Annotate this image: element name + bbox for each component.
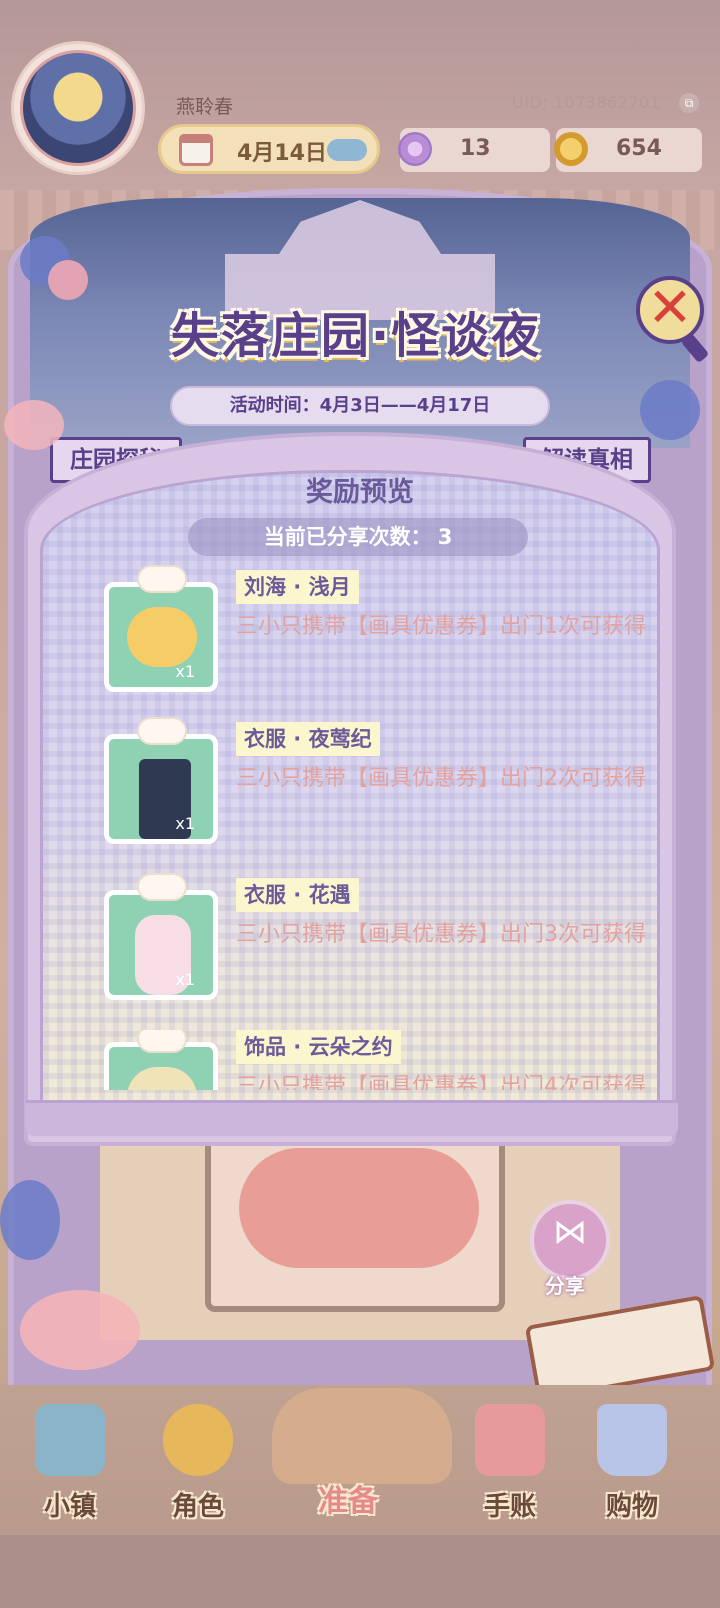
share-icon: ⋈ xyxy=(553,1212,587,1252)
nav-journal[interactable]: 手账 xyxy=(462,1398,558,1528)
nav-journal-label: 手账 xyxy=(483,1492,536,1522)
username: 燕聆春 xyxy=(176,96,234,118)
share-button[interactable]: ⋈ xyxy=(530,1200,610,1280)
cloud-icon xyxy=(327,139,367,161)
date-text: 4月14日 xyxy=(237,141,327,166)
copy-icon[interactable]: ⧉ xyxy=(679,93,699,113)
nav-role[interactable]: 角色 xyxy=(150,1398,246,1528)
flower-decoration xyxy=(4,400,64,450)
reward-item[interactable]: x1 衣服 · 夜莺纪 三小只携带【画具优惠券】出门2次可获得 xyxy=(104,717,664,852)
flower-decoration xyxy=(640,380,700,440)
journal-icon xyxy=(475,1404,545,1476)
reward-desc: 三小只携带【画具优惠券】出门3次可获得 xyxy=(236,922,646,947)
reward-desc: 三小只携带【画具优惠券】出门2次可获得 xyxy=(236,766,646,791)
share-count-bar: 当前已分享次数： 3 xyxy=(188,518,528,556)
reward-name: 衣服 · 夜莺纪 xyxy=(236,722,380,756)
nav-town-label: 小镇 xyxy=(43,1492,96,1522)
modal-base xyxy=(26,1100,678,1136)
gem-icon xyxy=(398,132,432,166)
flower-decoration xyxy=(20,1290,140,1370)
close-button[interactable]: ✕ xyxy=(636,276,710,364)
nav-prepare[interactable]: 准备 xyxy=(300,1398,396,1528)
reward-item[interactable]: x1 刘海 · 浅月 三小只携带【画具优惠券】出门1次可获得 xyxy=(104,565,664,700)
reward-item[interactable]: x1 饰品 · 云朵之约 三小只携带【画具优惠券】出门4次可获得 xyxy=(104,1030,664,1090)
flower-decoration xyxy=(0,1180,60,1260)
calendar-icon xyxy=(179,134,213,166)
character-card xyxy=(205,1132,505,1312)
share-count-value: 3 xyxy=(437,525,453,549)
modal-title: 奖励预览 xyxy=(306,477,414,508)
event-title: 失落庄园·怪谈夜 xyxy=(170,308,542,364)
coin-counter[interactable]: 654 xyxy=(554,128,702,172)
character-icon xyxy=(163,1404,233,1476)
reward-desc: 三小只携带【画具优惠券】出门4次可获得 xyxy=(236,1074,646,1090)
gift-box-icon: x1 xyxy=(104,873,218,1000)
basket-icon xyxy=(313,1404,383,1476)
bangs-item-icon xyxy=(127,607,197,667)
map-icon xyxy=(35,1404,105,1476)
uid-text: UID: 1073862701 xyxy=(512,93,661,112)
share-label: 分享 xyxy=(545,1274,585,1298)
gift-box-icon: x1 xyxy=(104,565,218,692)
reward-name: 刘海 · 浅月 xyxy=(236,570,359,604)
reward-qty: x1 xyxy=(175,814,195,833)
accessory-item-icon xyxy=(127,1067,197,1090)
close-x-icon: ✕ xyxy=(647,276,693,339)
reward-qty: x1 xyxy=(175,662,195,681)
gem-counter[interactable]: 13 xyxy=(398,128,550,172)
gift-box-icon: x1 xyxy=(104,1030,218,1090)
event-time: 活动时间：4月3日——4月17日 xyxy=(170,386,550,426)
nav-role-label: 角色 xyxy=(171,1492,224,1522)
reward-name: 衣服 · 花遇 xyxy=(236,878,359,912)
share-count-label: 当前已分享次数： xyxy=(263,525,432,549)
nav-shop[interactable]: 购物 xyxy=(584,1398,680,1528)
nav-prepare-label: 准备 xyxy=(318,1484,378,1519)
flower-decoration xyxy=(48,260,88,300)
shopping-bag-icon xyxy=(597,1404,667,1476)
nav-town[interactable]: 小镇 xyxy=(22,1398,118,1528)
date-display[interactable]: 4月14日 xyxy=(158,124,380,174)
coin-value: 654 xyxy=(616,136,662,161)
player-avatar[interactable] xyxy=(14,44,142,172)
gem-value: 13 xyxy=(460,136,491,161)
coin-icon xyxy=(554,132,588,166)
reward-name: 饰品 · 云朵之约 xyxy=(236,1030,401,1064)
nav-shop-label: 购物 xyxy=(605,1492,658,1522)
bottom-strip xyxy=(0,1535,720,1608)
reward-item[interactable]: x1 衣服 · 花遇 三小只携带【画具优惠券】出门3次可获得 xyxy=(104,873,664,1008)
gift-box-icon: x1 xyxy=(104,717,218,844)
reward-desc: 三小只携带【画具优惠券】出门1次可获得 xyxy=(236,614,646,639)
reward-qty: x1 xyxy=(175,970,195,989)
